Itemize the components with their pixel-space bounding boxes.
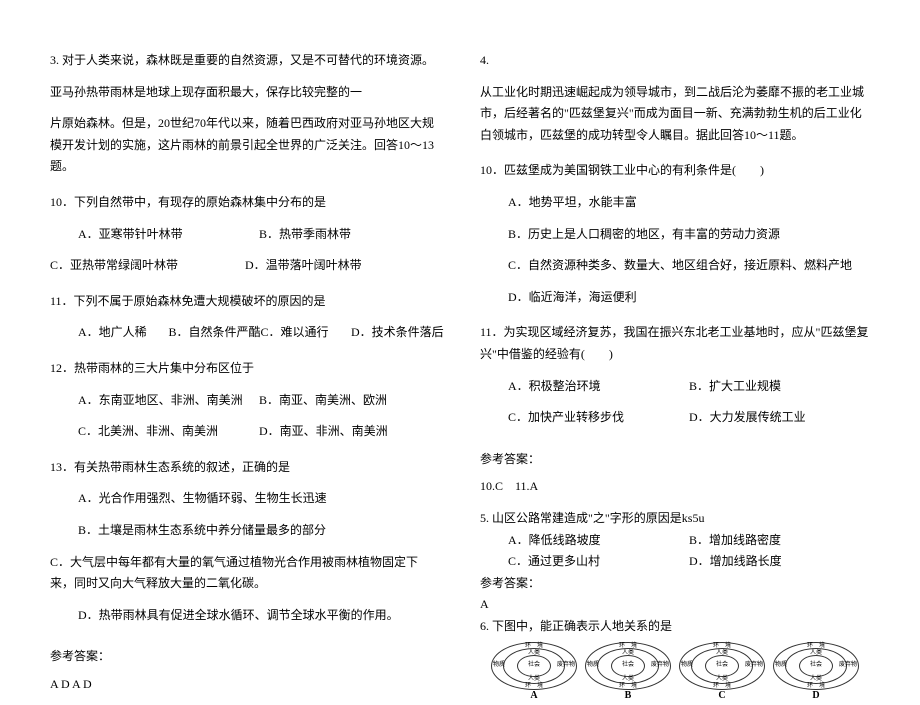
q11-opt-a: A．地广人稀 xyxy=(78,322,169,344)
r-q10: 10．匹兹堡成为美国钢铁工业中心的有利条件是( ) xyxy=(480,160,870,182)
q10: 10．下列自然带中，有现存的原始森林集中分布的是 xyxy=(50,192,440,214)
q12-opt-b: B．南亚、南美洲、欧洲 xyxy=(259,390,440,412)
diagram-b: 环 境 人类 社会 人类 环 境 物质 废弃物 B xyxy=(584,641,672,701)
intro-line-3: 片原始森林。但是，20世纪70年代以来，随着巴西政府对亚马孙地区大规模开发计划的… xyxy=(50,113,440,178)
diagram-c: 环 境 人类 社会 人类 环 境 物质 废弃物 C xyxy=(678,641,766,701)
q11-options: A．地广人稀 B．自然条件严酷 C．难以通行 D．技术条件落后 xyxy=(50,322,440,344)
q12-options-2: C．北美洲、非洲、南美洲 D．南亚、非洲、南美洲 xyxy=(50,421,440,443)
answer-text-right-1: 10.C 11.A xyxy=(480,476,870,498)
r-q11-d: D．大力发展传统工业 xyxy=(689,407,870,429)
intro-line-2: 亚马孙热带雨林是地球上现存面积最大，保存比较完整的一 xyxy=(50,82,440,104)
q5-b: B．增加线路密度 xyxy=(689,530,870,552)
q12-options-1: A．东南亚地区、非洲、南美洲 B．南亚、南美洲、欧洲 xyxy=(50,390,440,412)
q11: 11．下列不属于原始森林免遭大规模破坏的原因的是 xyxy=(50,291,440,313)
q3-heading: 3. 对于人类来说，森林既是重要的自然资源，又是不可替代的环境资源。 xyxy=(50,50,440,72)
q13-opt-d: D．热带雨林具有促进全球水循环、调节全球水平衡的作用。 xyxy=(50,605,440,627)
r-q11-c: C．加快产业转移步伐 xyxy=(508,407,689,429)
q5-a: A．降低线路坡度 xyxy=(508,530,689,552)
q11-opt-d: D．技术条件落后 xyxy=(351,322,444,344)
r-q10-b: B．历史上是人口稠密的地区，有丰富的劳动力资源 xyxy=(480,224,870,246)
right-column: 4. 从工业化时期迅速崛起成为领导城市，到二战后沦为萎靡不振的老工业城市，后经著… xyxy=(480,50,870,631)
r-q10-c: C．自然资源种类多、数量大、地区组合好，接近原料、燃料产地 xyxy=(480,255,870,277)
answer-header-left: 参考答案： xyxy=(50,646,440,668)
q10-opt-d: D．温带落叶阔叶林带 xyxy=(245,255,440,277)
left-column: 3. 对于人类来说，森林既是重要的自然资源，又是不可替代的环境资源。 亚马孙热带… xyxy=(50,50,440,631)
q6: 6. 下图中，能正确表示人地关系的是 xyxy=(480,616,870,638)
r-q11-a: A．积极整治环境 xyxy=(508,376,689,398)
diagram-a: 环 境 人类 社会 人类 环 境 物质 废弃物 A xyxy=(490,641,578,701)
q4-heading: 4. xyxy=(480,50,870,72)
q13: 13．有关热带雨林生态系统的叙述，正确的是 xyxy=(50,457,440,479)
q10-options-1: A．亚寒带针叶林带 B．热带季雨林带 xyxy=(50,224,440,246)
q5-options-1: A．降低线路坡度 B．增加线路密度 xyxy=(480,530,870,552)
q13-opt-b: B．土壤是雨林生态系统中养分储量最多的部分 xyxy=(50,520,440,542)
answer-header-q5: 参考答案： xyxy=(480,573,870,595)
q12-opt-c: C．北美洲、非洲、南美洲 xyxy=(78,421,259,443)
q10-opt-c: C．亚热带常绿阔叶林带 xyxy=(50,255,245,277)
q12-opt-d: D．南亚、非洲、南美洲 xyxy=(259,421,440,443)
q13-opt-a: A．光合作用强烈、生物循环弱、生物生长迅速 xyxy=(50,488,440,510)
q13-opt-c: C．大气层中每年都有大量的氧气通过植物光合作用被雨林植物固定下来，同时又向大气释… xyxy=(50,552,440,595)
document-columns: 3. 对于人类来说，森林既是重要的自然资源，又是不可替代的环境资源。 亚马孙热带… xyxy=(50,50,870,631)
answer-text-q5: A xyxy=(480,594,870,616)
q12: 12．热带雨林的三大片集中分布区位于 xyxy=(50,358,440,380)
q11-opt-b: B．自然条件严酷 xyxy=(169,322,261,344)
r-q11-options-2: C．加快产业转移步伐 D．大力发展传统工业 xyxy=(480,407,870,429)
r-q11-options-1: A．积极整治环境 B．扩大工业规模 xyxy=(480,376,870,398)
r-q10-d: D．临近海洋，海运便利 xyxy=(480,287,870,309)
q10-options-2: C．亚热带常绿阔叶林带 D．温带落叶阔叶林带 xyxy=(50,255,440,277)
q12-opt-a: A．东南亚地区、非洲、南美洲 xyxy=(78,390,259,412)
q10-opt-a: A．亚寒带针叶林带 xyxy=(78,224,259,246)
answer-text-left: A D A D xyxy=(50,674,440,696)
q5: 5. 山区公路常建造成"之"字形的原因是ks5u xyxy=(480,508,870,530)
q5-c: C．通过更多山村 xyxy=(508,551,689,573)
q6-diagrams: 环 境 人类 社会 人类 环 境 物质 废弃物 A 环 境 人类 社会 人类 环… xyxy=(480,641,870,701)
q4-intro: 从工业化时期迅速崛起成为领导城市，到二战后沦为萎靡不振的老工业城市，后经著名的"… xyxy=(480,82,870,147)
r-q11: 11．为实现区域经济复苏，我国在振兴东北老工业基地时，应从"匹兹堡复兴"中借鉴的… xyxy=(480,322,870,365)
q11-opt-c: C．难以通行 xyxy=(261,322,352,344)
q5-d: D．增加线路长度 xyxy=(689,551,870,573)
diagram-d: 环 境 人类 社会 人类 环 境 物质 废弃物 D xyxy=(772,641,860,701)
r-q10-a: A．地势平坦，水能丰富 xyxy=(480,192,870,214)
q10-opt-b: B．热带季雨林带 xyxy=(259,224,440,246)
r-q11-b: B．扩大工业规模 xyxy=(689,376,870,398)
q5-options-2: C．通过更多山村 D．增加线路长度 xyxy=(480,551,870,573)
answer-header-right-1: 参考答案： xyxy=(480,449,870,471)
